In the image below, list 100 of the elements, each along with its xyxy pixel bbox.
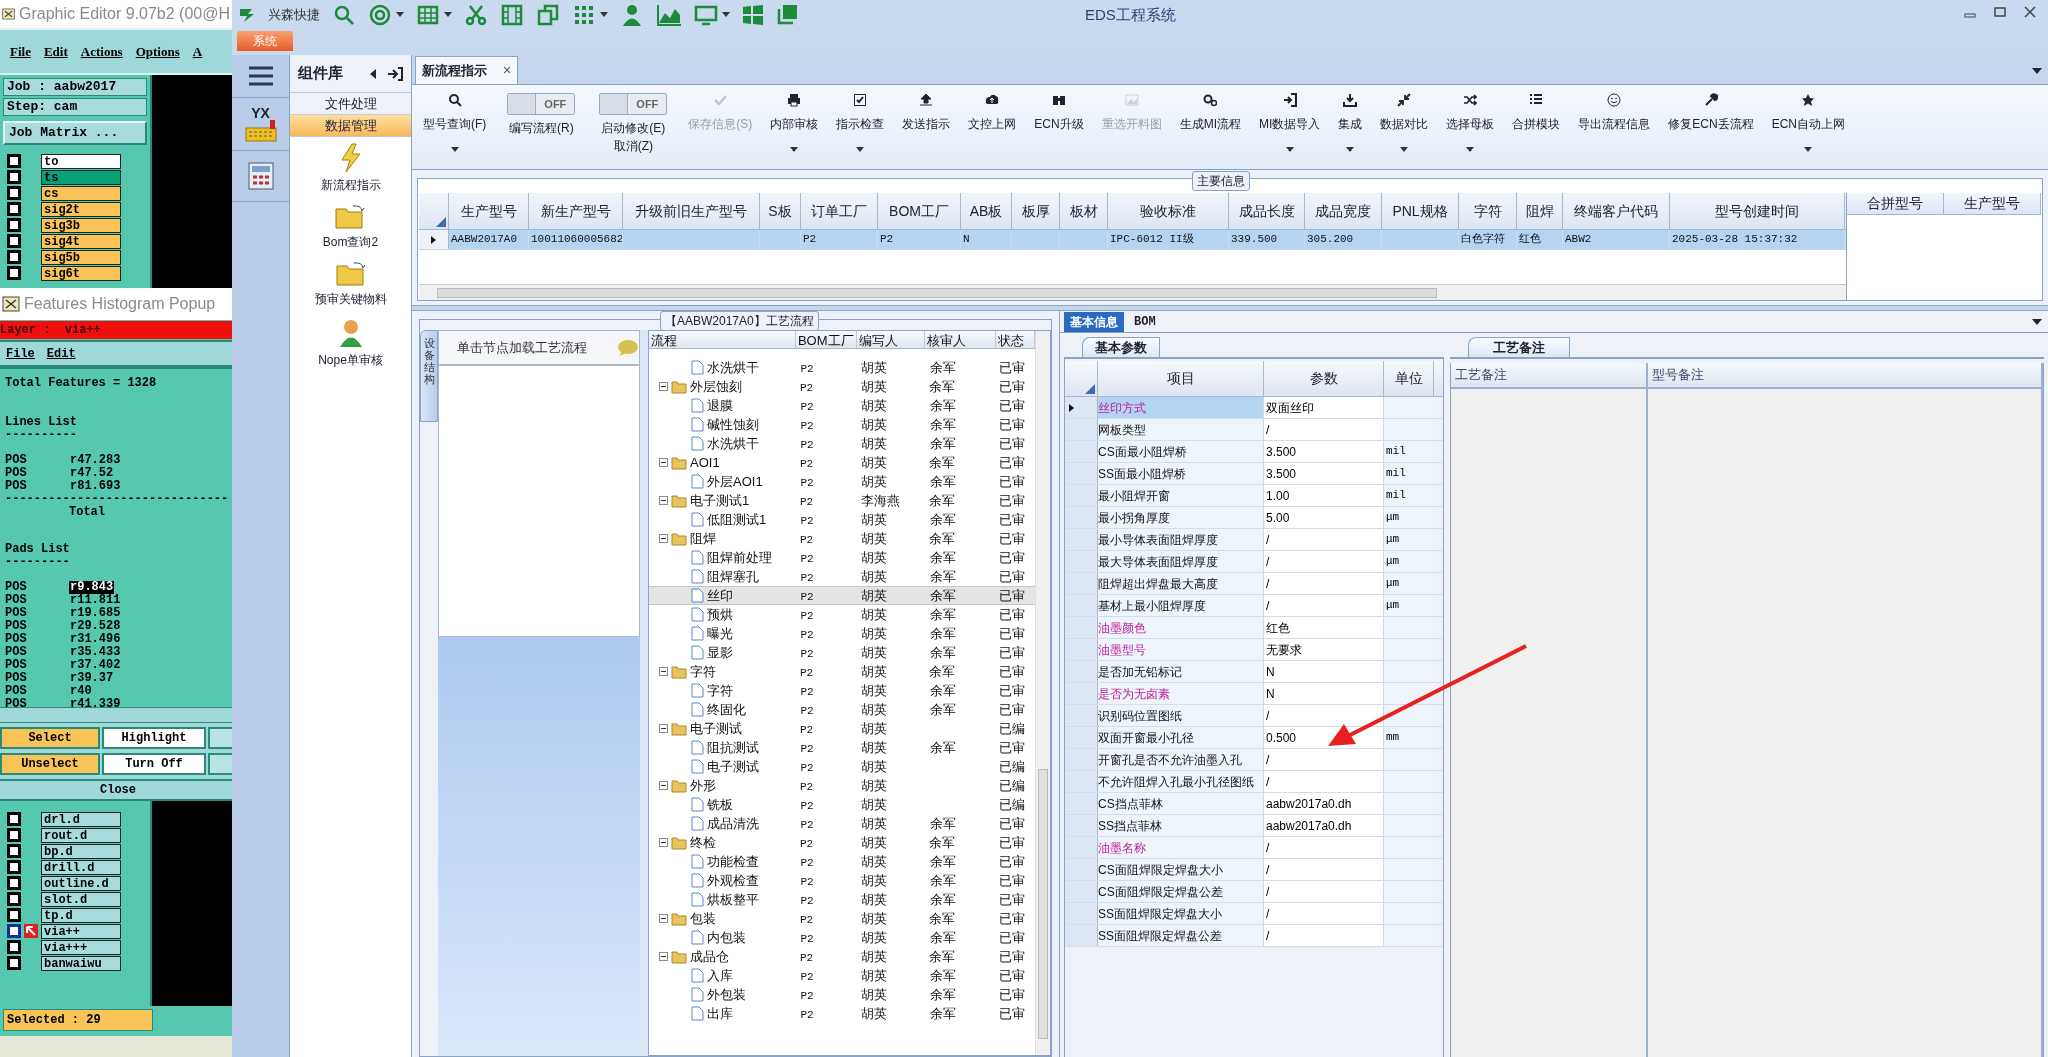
checkbox[interactable] — [7, 908, 21, 922]
feature-size[interactable]: r41.339 — [69, 698, 122, 707]
collapse-icon[interactable] — [659, 952, 668, 961]
tree-row[interactable]: 显影 P2 胡英 余军 已审 — [649, 643, 1035, 662]
tree-row[interactable]: 低阻测试1 P2 胡英 余军 已审 — [649, 510, 1035, 529]
toggle-switch[interactable]: OFF — [599, 93, 668, 115]
dropdown-icon[interactable] — [2032, 319, 2042, 325]
tree-row[interactable]: 水洗烘干 P2 胡英 余军 已审 — [649, 434, 1035, 453]
popup-button[interactable]: Unselect — [0, 753, 100, 775]
tree-row[interactable]: 外层蚀刻 P2 胡英 余军 已审 — [649, 377, 1035, 396]
caret-icon[interactable] — [396, 12, 404, 18]
tree-row[interactable]: 阻焊 P2 胡英 余军 已审 — [649, 529, 1035, 548]
collapse-icon[interactable] — [659, 781, 668, 790]
tree-row[interactable]: 丝印 P2 胡英 余军 已审 — [649, 586, 1035, 605]
layer-name[interactable]: via++ — [41, 923, 121, 939]
menu-item[interactable]: Actions — [80, 41, 123, 62]
layer-name[interactable]: via+++ — [41, 939, 121, 955]
popup-button[interactable]: Turn Off — [102, 753, 206, 775]
tree-row[interactable]: 成品清洗 P2 胡英 余军 已审 — [649, 814, 1035, 833]
job-matrix-button[interactable]: Job Matrix ... — [3, 121, 147, 145]
column-header[interactable]: 工艺备注 — [1451, 363, 1646, 389]
column-header[interactable]: 验收标准 — [1108, 193, 1229, 229]
checkbox[interactable] — [7, 234, 21, 248]
layer-name[interactable]: bp.d — [41, 843, 121, 859]
feature-size[interactable]: r39.37 — [69, 672, 115, 685]
layer-name[interactable]: outline.d — [41, 875, 121, 891]
side-tab[interactable]: 设备结构 — [420, 330, 438, 422]
checkbox[interactable] — [7, 924, 21, 938]
column-header[interactable]: 成品宽度 — [1305, 193, 1382, 229]
scissors-icon[interactable] — [464, 3, 488, 27]
menu-item[interactable]: Options — [135, 41, 180, 62]
checkbox[interactable] — [7, 892, 21, 906]
tree-row[interactable]: 烘板整平 P2 胡英 余军 已审 — [649, 890, 1035, 909]
caret-icon[interactable] — [450, 147, 459, 152]
collapse-icon[interactable] — [659, 667, 668, 676]
checkbox[interactable] — [7, 940, 21, 954]
column-header[interactable]: 核审人 — [925, 331, 996, 348]
close-icon[interactable] — [2024, 6, 2036, 18]
menu-icon[interactable] — [247, 65, 274, 87]
tree-row[interactable]: 电子测试 P2 胡英 已编 — [649, 757, 1035, 776]
ribbon-button[interactable]: 修复ECN丢流程 — [1659, 93, 1763, 133]
category-tab[interactable]: 文件处理 — [290, 93, 411, 115]
caret-icon[interactable] — [1346, 147, 1355, 152]
tree-row[interactable]: 阻焊前处理 P2 胡英 余军 已审 — [649, 548, 1035, 567]
column-header[interactable]: 升级前旧生产型号 — [623, 193, 760, 229]
feature-size[interactable]: r31.496 — [69, 633, 122, 646]
feature-size[interactable]: r29.528 — [69, 620, 122, 633]
collapse-icon[interactable] — [659, 914, 668, 923]
feature-size[interactable]: r40 — [69, 685, 93, 698]
column-header[interactable]: 合拼型号 — [1847, 193, 1944, 214]
windows-icon[interactable] — [742, 4, 764, 26]
feature-size[interactable]: r11.811 — [69, 594, 122, 607]
ribbon-button[interactable]: 文控上网 — [959, 93, 1026, 133]
caret-icon[interactable] — [722, 12, 730, 18]
maximize-icon[interactable] — [1994, 6, 2006, 18]
caret-icon[interactable] — [856, 147, 865, 152]
stack-icon[interactable] — [776, 4, 798, 26]
scrollbar[interactable] — [0, 707, 232, 723]
checkbox[interactable] — [7, 828, 21, 842]
layer-name[interactable]: drl.d — [41, 811, 121, 827]
ribbon-button[interactable]: 合拼模块 — [1503, 93, 1570, 133]
ribbon-button[interactable]: 型号查询(F) — [414, 93, 496, 152]
category-tab[interactable]: 数据管理 — [290, 115, 411, 137]
tree-row[interactable]: 包装 P2 胡英 余军 已审 — [649, 909, 1035, 928]
tree-row[interactable]: 字符 P2 胡英 余军 已审 — [649, 662, 1035, 681]
tree-row[interactable]: 曝光 P2 胡英 余军 已审 — [649, 624, 1035, 643]
feature-size[interactable]: r9.843 — [69, 581, 115, 594]
tree-row[interactable]: 电子测试 P2 胡英 已编 — [649, 719, 1035, 738]
ribbon-button[interactable]: 选择母板 — [1437, 93, 1504, 152]
collapse-icon[interactable] — [659, 838, 668, 847]
checkbox[interactable] — [7, 956, 21, 970]
ribbon-button[interactable]: 指示检查 — [827, 93, 894, 152]
checkbox[interactable] — [7, 860, 21, 874]
column-header[interactable]: 参数 — [1264, 361, 1384, 396]
tree-row[interactable]: 水洗烘干 P2 胡英 余军 已审 — [649, 358, 1035, 377]
ribbon-button[interactable]: ECN自动上网 — [1762, 93, 1855, 152]
checkbox[interactable] — [7, 154, 21, 168]
popup-button[interactable]: Select — [0, 727, 100, 749]
layer-name[interactable]: slot.d — [41, 891, 121, 907]
layer-name[interactable]: banwaiwu — [41, 955, 121, 971]
collapse-icon[interactable] — [659, 724, 668, 733]
tree-row[interactable]: 终固化 P2 胡英 余军 已审 — [649, 700, 1035, 719]
tree-row[interactable]: 电子测试1 P2 李海燕 余军 已审 — [649, 491, 1035, 510]
ribbon-button[interactable]: 集成 — [1329, 93, 1372, 152]
column-header[interactable]: AB板 — [961, 193, 1012, 229]
layer-name[interactable]: tp.d — [41, 907, 121, 923]
library-item[interactable]: Nope单审核 — [318, 351, 383, 369]
tree-row[interactable]: 终检 P2 胡英 余军 已审 — [649, 833, 1035, 852]
detail-tab[interactable]: BOM — [1128, 311, 1162, 332]
person-icon[interactable] — [337, 318, 364, 348]
layer-name[interactable]: drill.d — [41, 859, 121, 875]
ribbon-button[interactable]: 发送指示 — [893, 93, 960, 133]
collapse-icon[interactable] — [659, 496, 668, 505]
column-header[interactable]: 单位 — [1384, 361, 1434, 396]
tree-row[interactable]: 成品仓 P2 胡英 余军 已审 — [649, 947, 1035, 966]
film-icon[interactable] — [500, 3, 524, 27]
layer-name[interactable]: rout.d — [41, 827, 121, 843]
person-icon[interactable] — [620, 3, 644, 27]
ribbon-button[interactable]: ECN升级 — [1025, 93, 1093, 133]
menu-item[interactable]: File — [10, 41, 31, 62]
